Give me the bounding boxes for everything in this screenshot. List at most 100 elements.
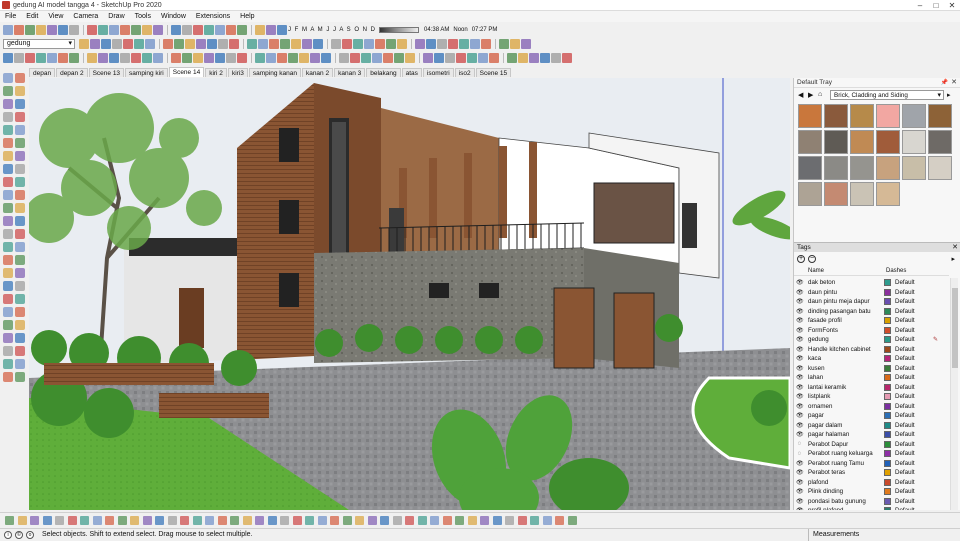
user-icon[interactable]: o: [26, 530, 34, 539]
toolbar-tool-icon[interactable]: [255, 52, 265, 63]
bottom-tool-icon[interactable]: [205, 515, 214, 525]
tool-icon[interactable]: [15, 216, 25, 226]
tool-icon[interactable]: [15, 164, 25, 174]
toolbar-tool-icon[interactable]: [350, 52, 360, 63]
material-swatch[interactable]: [876, 104, 900, 128]
tag-dashes[interactable]: Default: [895, 488, 933, 495]
toolbar-tool-icon[interactable]: [266, 52, 276, 63]
material-swatch[interactable]: [876, 182, 900, 206]
scene-tab[interactable]: depan: [29, 68, 56, 77]
tag-color-swatch[interactable]: [884, 450, 891, 458]
toolbar-tool-icon[interactable]: [397, 38, 407, 49]
toolbar-tool-icon[interactable]: [134, 38, 144, 49]
bottom-tool-icon[interactable]: [305, 515, 314, 525]
tag-row[interactable]: ◌ Perabot ruang keluarga Default: [794, 449, 949, 459]
material-swatch[interactable]: [876, 156, 900, 180]
tag-row[interactable]: 👁 pondasi batu gunung Default: [794, 497, 949, 507]
material-swatch[interactable]: [824, 182, 848, 206]
toolbar-tool-icon[interactable]: [87, 52, 97, 63]
toolbar-tool-icon[interactable]: [342, 38, 352, 49]
measurements-box[interactable]: Measurements: [808, 529, 960, 541]
tool-icon[interactable]: [3, 255, 13, 265]
tag-color-swatch[interactable]: [884, 374, 891, 382]
tool-icon[interactable]: [15, 320, 25, 330]
scene-tab[interactable]: depan 2: [56, 68, 88, 77]
bottom-tool-icon[interactable]: [80, 515, 89, 525]
bottom-tool-icon[interactable]: [417, 515, 427, 525]
tag-color-swatch[interactable]: [884, 421, 891, 429]
toolbar-tool-icon[interactable]: [470, 38, 480, 49]
bottom-tool-icon[interactable]: [492, 515, 502, 525]
bottom-tool-icon[interactable]: [280, 515, 289, 525]
bottom-tool-icon[interactable]: [92, 515, 102, 525]
tool-icon[interactable]: [3, 203, 13, 213]
toolbar-tool-icon[interactable]: [291, 38, 301, 49]
toolbar-tool-icon[interactable]: [237, 52, 247, 63]
toolbar-tool-icon[interactable]: [218, 38, 228, 49]
eye-icon[interactable]: 👁: [796, 431, 804, 438]
tag-dashes[interactable]: Default: [895, 317, 933, 324]
details-icon[interactable]: ▸: [951, 255, 955, 263]
tags-panel-header[interactable]: Tags ✕: [794, 242, 960, 252]
tag-color-swatch[interactable]: [884, 478, 891, 486]
tool-icon[interactable]: [15, 281, 25, 291]
toolbar-tool-icon[interactable]: [36, 24, 46, 35]
tag-dashes[interactable]: Default: [895, 441, 933, 448]
tag-dashes[interactable]: Default: [895, 355, 933, 362]
toolbar-tool-icon[interactable]: [120, 52, 130, 63]
toolbar-tool-icon[interactable]: [405, 52, 415, 63]
eye-icon[interactable]: 👁: [796, 317, 804, 324]
toolbar-tool-icon[interactable]: [109, 24, 119, 35]
toolbar-tool-icon[interactable]: [163, 38, 173, 49]
bottom-tool-icon[interactable]: [555, 515, 564, 525]
tool-icon[interactable]: [3, 164, 13, 174]
toolbar-tool-icon[interactable]: [280, 38, 290, 49]
tag-row[interactable]: 👁 profil plafond Default: [794, 506, 949, 510]
material-swatch[interactable]: [928, 130, 952, 154]
toolbar-tool-icon[interactable]: [142, 24, 152, 35]
toolbar-tool-icon[interactable]: [386, 38, 396, 49]
tag-row[interactable]: 👁 Perabot teras Default: [794, 468, 949, 478]
tag-dashes[interactable]: Default: [895, 336, 933, 343]
toolbar-tool-icon[interactable]: [456, 52, 466, 63]
material-swatch[interactable]: [928, 104, 952, 128]
bottom-tool-icon[interactable]: [342, 515, 352, 525]
tag-row[interactable]: 👁 dak beton Default: [794, 278, 949, 288]
tag-dashes[interactable]: Default: [895, 412, 933, 419]
eye-icon[interactable]: 👁: [796, 365, 804, 372]
tool-icon[interactable]: [15, 125, 25, 135]
credits-icon[interactable]: ©: [15, 530, 23, 539]
tool-icon[interactable]: [3, 99, 13, 109]
bottom-tool-icon[interactable]: [517, 515, 527, 525]
tool-icon[interactable]: [3, 177, 13, 187]
toolbar-tool-icon[interactable]: [204, 24, 214, 35]
toolbar-tool-icon[interactable]: [288, 52, 298, 63]
toolbar-tool-icon[interactable]: [25, 24, 35, 35]
model-viewport[interactable]: [29, 78, 790, 510]
tool-icon[interactable]: [15, 307, 25, 317]
toolbar-tool-icon[interactable]: [266, 24, 276, 35]
tool-icon[interactable]: [15, 346, 25, 356]
toolbar-tool-icon[interactable]: [437, 38, 447, 49]
back-icon[interactable]: ◀: [798, 91, 805, 99]
eye-icon[interactable]: 👁: [796, 308, 804, 315]
tag-row[interactable]: 👁 Plink dinding Default: [794, 487, 949, 497]
toolbar-tool-icon[interactable]: [153, 24, 163, 35]
toolbar-tool-icon[interactable]: [361, 52, 371, 63]
bottom-tool-icon[interactable]: [330, 515, 339, 525]
tag-row[interactable]: 👁 ornamen Default: [794, 402, 949, 412]
toolbar-tool-icon[interactable]: [394, 52, 404, 63]
tool-icon[interactable]: [15, 333, 25, 343]
bottom-tool-icon[interactable]: [217, 515, 227, 525]
tag-dashes[interactable]: Default: [895, 365, 933, 372]
add-tag-icon[interactable]: +: [797, 255, 805, 263]
toolbar-tool-icon[interactable]: [14, 52, 24, 63]
material-swatch[interactable]: [798, 156, 822, 180]
toolbar-tool-icon[interactable]: [302, 38, 312, 49]
toolbar-tool-icon[interactable]: [478, 52, 488, 63]
scene-tab[interactable]: iso2: [454, 68, 475, 77]
material-swatch[interactable]: [850, 104, 874, 128]
toolbar-tool-icon[interactable]: [423, 52, 433, 63]
tool-icon[interactable]: [3, 294, 13, 304]
tag-color-swatch[interactable]: [884, 412, 891, 420]
